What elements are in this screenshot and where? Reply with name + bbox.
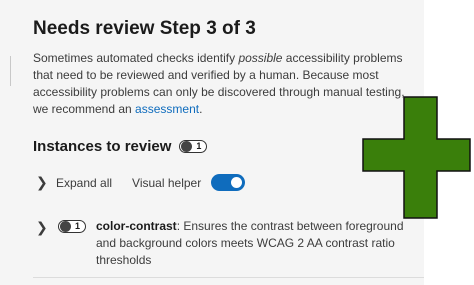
green-plus-cross-icon (362, 96, 471, 219)
